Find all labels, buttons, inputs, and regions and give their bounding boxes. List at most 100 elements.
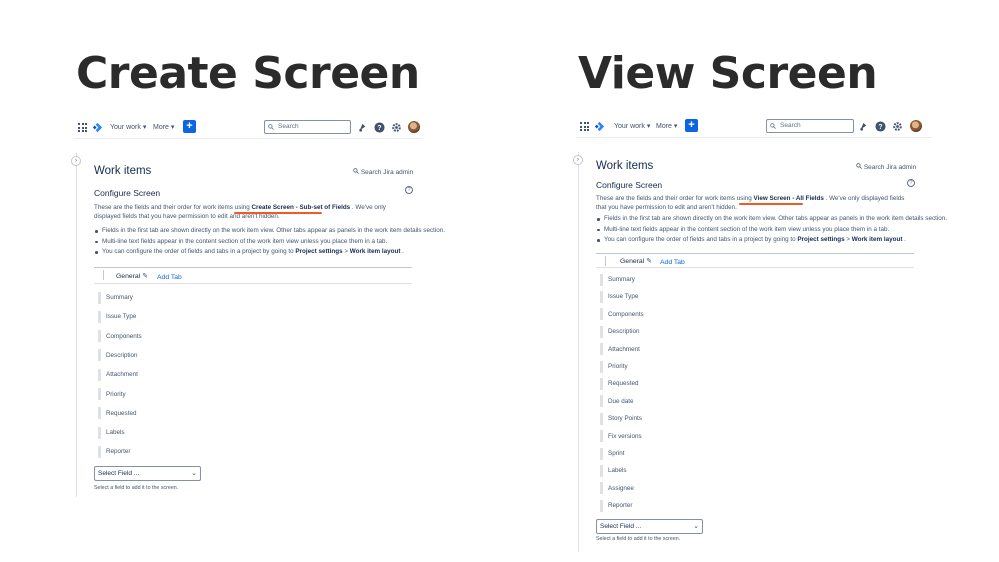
drag-handle-icon[interactable]: [600, 308, 603, 321]
add-tab-link[interactable]: Add Tab: [157, 274, 182, 281]
your-work-menu[interactable]: Your work ▾: [614, 122, 650, 130]
field-row[interactable]: Summary: [600, 273, 635, 286]
field-row[interactable]: Description: [600, 325, 640, 338]
drag-handle-icon[interactable]: [600, 412, 603, 425]
field-row[interactable]: Due date: [600, 395, 634, 408]
drag-handle-icon[interactable]: [600, 273, 603, 286]
drag-handle-icon[interactable]: [600, 343, 603, 356]
search-input[interactable]: Search: [264, 120, 351, 134]
select-field-dropdown[interactable]: Select Field ... ⌄: [596, 519, 703, 534]
expand-sidebar-chevron-icon[interactable]: ›: [71, 156, 81, 166]
search-jira-admin-link[interactable]: Search Jira admin: [353, 168, 413, 176]
app-switcher-icon[interactable]: [580, 122, 589, 131]
help-icon[interactable]: ?: [374, 122, 385, 133]
field-row[interactable]: Reporter: [600, 499, 633, 512]
work-item-layout-text: Work item layout: [851, 236, 903, 243]
more-menu[interactable]: More ▾: [153, 123, 174, 131]
pencil-edit-icon[interactable]: ✎: [646, 257, 652, 265]
field-row[interactable]: Components: [98, 330, 142, 343]
field-row[interactable]: Summary: [98, 291, 133, 304]
svg-text:?: ?: [377, 125, 381, 132]
help-circle-icon[interactable]: ?: [405, 186, 413, 194]
view-screen-panel: Your work ▾ More ▾ + Search ? › Work ite…: [573, 116, 947, 552]
jira-logo-icon[interactable]: [594, 121, 605, 132]
field-row[interactable]: Issue Type: [600, 290, 638, 303]
drag-handle-icon[interactable]: [600, 499, 603, 512]
jira-logo-icon[interactable]: [92, 122, 103, 133]
help-circle-icon[interactable]: ?: [907, 179, 915, 187]
drag-handle-icon[interactable]: [98, 407, 101, 420]
drag-handle-icon[interactable]: [600, 447, 603, 460]
drag-handle-icon[interactable]: [98, 445, 101, 458]
field-label: Assignee: [608, 484, 634, 492]
tab-general-label: General: [620, 258, 645, 265]
search-input[interactable]: Search: [766, 119, 854, 133]
field-row[interactable]: Priority: [98, 388, 126, 401]
field-row[interactable]: Attachment: [600, 343, 640, 356]
drag-handle-icon[interactable]: [600, 464, 603, 477]
create-button[interactable]: +: [183, 120, 196, 133]
bullet-3-sep: >: [844, 236, 852, 243]
tab-general[interactable]: General ✎: [116, 272, 148, 280]
field-label: Description: [608, 328, 640, 336]
more-menu[interactable]: More ▾: [656, 122, 677, 130]
field-row[interactable]: Components: [600, 308, 644, 321]
field-label: Fix versions: [608, 432, 642, 440]
field-row[interactable]: Story Points: [600, 412, 642, 425]
configure-screen-title: Configure Screen: [94, 188, 161, 198]
drag-handle-icon[interactable]: [98, 388, 101, 400]
profile-avatar[interactable]: [408, 121, 420, 133]
help-icon[interactable]: ?: [875, 121, 886, 132]
add-tab-link[interactable]: Add Tab: [660, 259, 685, 266]
drag-handle-icon[interactable]: [600, 430, 603, 443]
field-row[interactable]: Attachment: [98, 368, 138, 381]
drag-handle-icon[interactable]: [98, 368, 101, 381]
tabs-top-divider: [596, 253, 914, 254]
field-row[interactable]: Priority: [600, 360, 628, 373]
create-screen-heading: Create Screen: [76, 48, 420, 99]
drag-handle-icon[interactable]: [98, 310, 101, 323]
drag-handle-icon[interactable]: [600, 395, 603, 408]
drag-handle-icon[interactable]: [600, 290, 603, 303]
field-row[interactable]: Requested: [600, 377, 638, 390]
field-row[interactable]: Fix versions: [600, 430, 642, 443]
field-row[interactable]: Labels: [600, 464, 627, 477]
project-settings-text: Project settings: [295, 248, 343, 255]
drag-handle-icon[interactable]: [600, 325, 603, 338]
drag-handle-icon[interactable]: [600, 482, 603, 495]
create-button[interactable]: +: [685, 119, 698, 132]
drag-handle-icon[interactable]: [98, 349, 101, 362]
bullet-3-sep: >: [342, 248, 350, 255]
notifications-icon[interactable]: [357, 122, 368, 133]
field-row[interactable]: Issue Type: [98, 310, 136, 323]
drag-handle-icon[interactable]: [98, 426, 101, 439]
drag-handle-icon[interactable]: [98, 330, 101, 343]
search-jira-admin-link[interactable]: Search Jira admin: [856, 163, 916, 171]
app-switcher-icon[interactable]: [78, 123, 87, 132]
notifications-icon[interactable]: [858, 121, 869, 132]
search-placeholder: Search: [780, 122, 801, 129]
settings-gear-icon[interactable]: [892, 121, 903, 132]
field-row[interactable]: Requested: [98, 407, 136, 420]
screen-name: View Screen - All Fields: [753, 195, 824, 202]
field-row[interactable]: Labels: [98, 426, 125, 439]
field-row[interactable]: Description: [98, 349, 138, 362]
field-row[interactable]: Sprint: [600, 447, 624, 460]
field-label: Sprint: [608, 450, 625, 457]
field-row[interactable]: Assignee: [600, 482, 634, 495]
svg-text:?: ?: [878, 124, 882, 131]
drag-handle-icon[interactable]: [600, 360, 603, 373]
tabs-top-divider: [94, 267, 412, 268]
tab-general[interactable]: General ✎: [620, 257, 652, 265]
settings-gear-icon[interactable]: [391, 122, 402, 133]
expand-sidebar-chevron-icon[interactable]: ›: [573, 155, 583, 165]
drag-handle-icon[interactable]: [98, 291, 101, 304]
drag-handle-icon[interactable]: [600, 377, 603, 390]
your-work-menu[interactable]: Your work ▾: [110, 123, 146, 131]
profile-avatar[interactable]: [910, 120, 922, 132]
select-field-dropdown[interactable]: Select Field ... ⌄: [94, 466, 201, 481]
field-row[interactable]: Reporter: [98, 445, 131, 458]
tabs-bottom-divider: [94, 283, 412, 284]
pencil-edit-icon[interactable]: ✎: [142, 272, 148, 280]
bullet-3-pre: You can configure the order of fields an…: [604, 236, 798, 243]
